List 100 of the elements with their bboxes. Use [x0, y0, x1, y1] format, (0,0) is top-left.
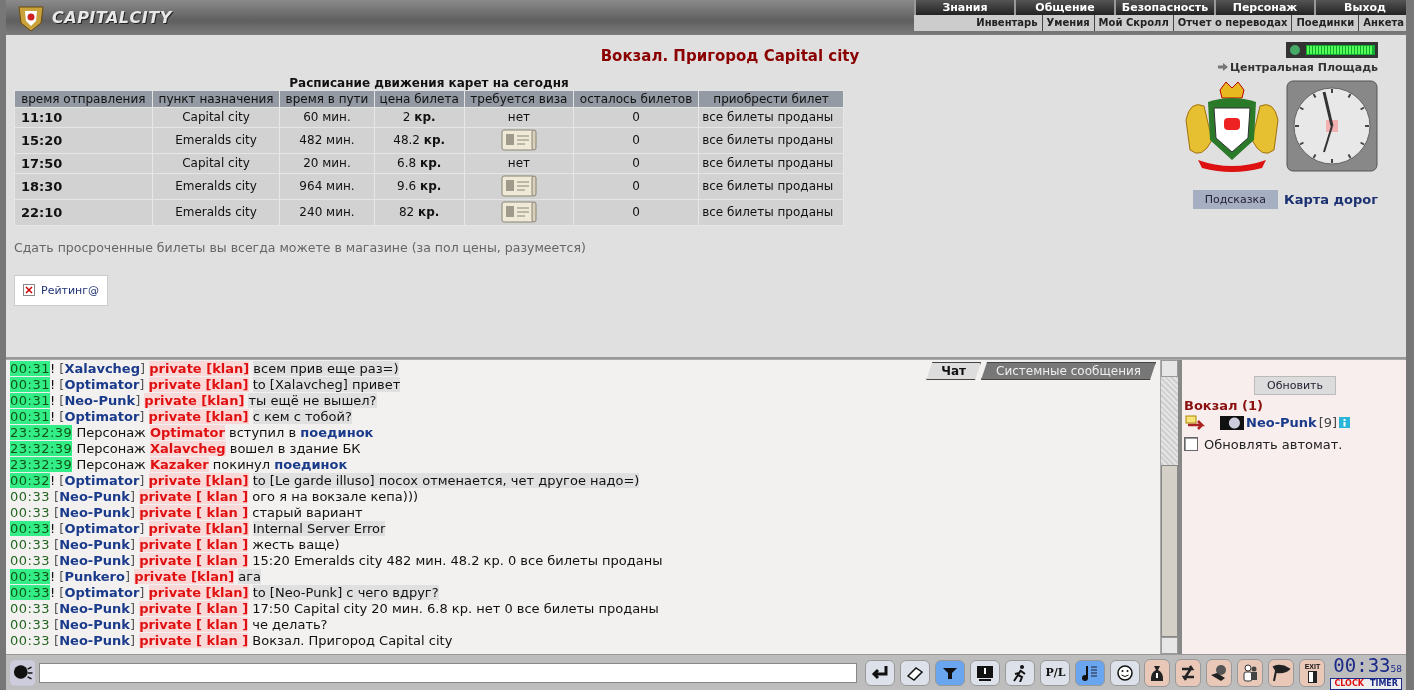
character-name[interactable]: Kazaker — [150, 456, 209, 472]
sender-name[interactable]: [Optimator] — [59, 584, 145, 600]
menu-link[interactable]: Мой Скролл — [1093, 15, 1173, 31]
exit-link[interactable]: Центральная Площадь — [1217, 60, 1378, 74]
sender-name[interactable]: [Neo-Punk] — [59, 392, 141, 408]
alert-tool-button[interactable] — [970, 659, 1001, 686]
menu-link[interactable]: Анкета — [1358, 15, 1406, 31]
bag-action-button[interactable] — [1144, 658, 1171, 687]
column-header: приобрести билет — [698, 90, 844, 108]
logo-text: CAPITALCITY — [52, 7, 172, 27]
sender-name[interactable]: [Neo-Punk] — [54, 504, 135, 520]
sender-name[interactable]: [Xalavcheg] — [59, 360, 146, 376]
clock-seconds: 58 — [1390, 663, 1402, 674]
sender-name[interactable]: [Neo-Punk] — [54, 616, 135, 632]
menu-link[interactable]: Умения — [1041, 15, 1094, 31]
private-tag: private [klan] — [134, 568, 235, 584]
auto-refresh-checkbox[interactable] — [1184, 437, 1198, 452]
menu-link[interactable]: Инвентарь — [972, 15, 1042, 31]
column-header: осталось билетов — [573, 90, 699, 108]
message-time: 00:33 — [10, 520, 50, 536]
message-time: 00:31 — [10, 360, 50, 376]
character-name[interactable]: Xalavcheg — [150, 440, 226, 456]
sender-name[interactable]: [Neo-Punk] — [54, 488, 135, 504]
user-name[interactable]: Neo-Punk — [1246, 415, 1317, 431]
table-cell: 0 — [573, 173, 699, 200]
sender-name[interactable]: [Neo-Punk] — [54, 632, 135, 648]
battle-link[interactable]: поединок — [300, 424, 374, 440]
smiley-tool-button[interactable] — [1110, 659, 1141, 686]
private-tag: private [klan] — [148, 520, 249, 536]
eraser-tool-button[interactable] — [900, 659, 931, 686]
sender-name[interactable]: [Optimator] — [59, 376, 145, 392]
sender-name[interactable]: [Neo-Punk] — [54, 552, 135, 568]
menu-tab[interactable]: Выход — [1314, 0, 1406, 15]
menu-link[interactable]: Поединки — [1291, 15, 1359, 31]
chat-tab[interactable]: Чат — [926, 361, 982, 380]
person-action-button[interactable] — [1237, 658, 1264, 687]
scroll-thumb[interactable] — [1161, 465, 1178, 638]
speaking-head-icon[interactable] — [10, 659, 36, 686]
pl-tool-button[interactable]: P/L — [1040, 659, 1071, 686]
clock-mode-button[interactable]: CLOCK — [1331, 678, 1367, 689]
refresh-button[interactable]: Обновить — [1254, 375, 1336, 395]
message-time: 00:32 — [10, 472, 50, 488]
column-header: время в пути — [279, 90, 375, 108]
clock-time: 00:33 — [1333, 653, 1391, 676]
table-cell: Emeralds city — [152, 127, 280, 154]
hint-button[interactable]: Подсказка — [1192, 189, 1278, 209]
table-cell: все билеты проданы — [698, 199, 844, 226]
private-tag: private [ klan ] — [139, 552, 249, 568]
rating-badge[interactable]: Рейтинг@ — [14, 274, 109, 306]
flag-action-button[interactable] — [1268, 658, 1295, 687]
alert-mark: ! — [49, 472, 56, 488]
menu-tab[interactable]: Знания — [914, 0, 1014, 15]
table-cell: 9.6 кр. — [374, 173, 465, 200]
battle-link[interactable]: поединок — [274, 456, 348, 472]
menu-tab[interactable]: Безопасность — [1114, 0, 1214, 15]
message-time: 00:33 — [10, 600, 50, 616]
alert-monitor-icon — [975, 663, 996, 682]
broken-image-icon — [23, 284, 35, 297]
message-time: 00:33 — [10, 584, 50, 600]
room-title: Вокзал (1) — [1184, 397, 1264, 413]
message-time: 23:32:39 — [10, 440, 73, 456]
avatar-image — [1220, 415, 1244, 430]
door-icon — [1305, 670, 1320, 683]
sender-name[interactable]: [Optimator] — [59, 520, 145, 536]
table-cell: 48.2 кр. — [374, 127, 465, 154]
message-text: ого я на вокзале кепа))) — [252, 488, 419, 504]
message-time: 00:31 — [10, 408, 50, 424]
sender-name[interactable]: [Neo-Punk] — [54, 600, 135, 616]
pl-label: P/L — [1045, 666, 1066, 680]
runner-tool-button[interactable] — [1005, 659, 1036, 686]
chat-input-field[interactable] — [39, 662, 858, 683]
flag-icon — [1271, 662, 1292, 683]
sender-name[interactable]: [Optimator] — [59, 472, 145, 488]
enter-tool-button[interactable] — [865, 659, 896, 686]
filter-tool-button[interactable] — [935, 659, 966, 686]
table-cell: 240 мин. — [279, 199, 375, 226]
message-text: Internal Server Error — [252, 520, 386, 536]
sender-name[interactable]: [Optimator] — [59, 408, 145, 424]
scrollbar[interactable] — [1160, 359, 1178, 655]
menu-tab[interactable]: Общение — [1014, 0, 1114, 15]
swap-action-button[interactable] — [1175, 658, 1202, 687]
schedule-title: Расписание движения карет на сегодня — [288, 75, 570, 90]
user-level: [9] — [1318, 415, 1338, 431]
menu-tab[interactable]: Персонаж — [1214, 0, 1314, 15]
music-tool-button[interactable] — [1075, 659, 1106, 686]
message-time: 00:33 — [10, 632, 50, 648]
arrow-icon — [1217, 62, 1228, 71]
menu-link[interactable]: Отчет о переводах — [1172, 15, 1292, 31]
character-name[interactable]: Optimator — [150, 424, 225, 440]
message-time: 00:33 — [10, 616, 50, 632]
table-cell: 0 — [573, 127, 699, 154]
auto-refresh-label: Обновлять автомат. — [1204, 436, 1343, 452]
sender-name[interactable]: [Neo-Punk] — [54, 536, 135, 552]
money-action-button[interactable] — [1206, 658, 1233, 687]
chat-tab[interactable]: Системные сообщения — [981, 361, 1156, 380]
message-text: Вокзал. Пригород Capital city — [252, 632, 453, 648]
rating-label: Рейтинг@ — [41, 283, 100, 297]
road-map-link[interactable]: Карта дорог — [1284, 191, 1378, 207]
sender-name[interactable]: [Punkero] — [59, 568, 130, 584]
clock-mode-button[interactable]: TIMER — [1366, 678, 1401, 689]
